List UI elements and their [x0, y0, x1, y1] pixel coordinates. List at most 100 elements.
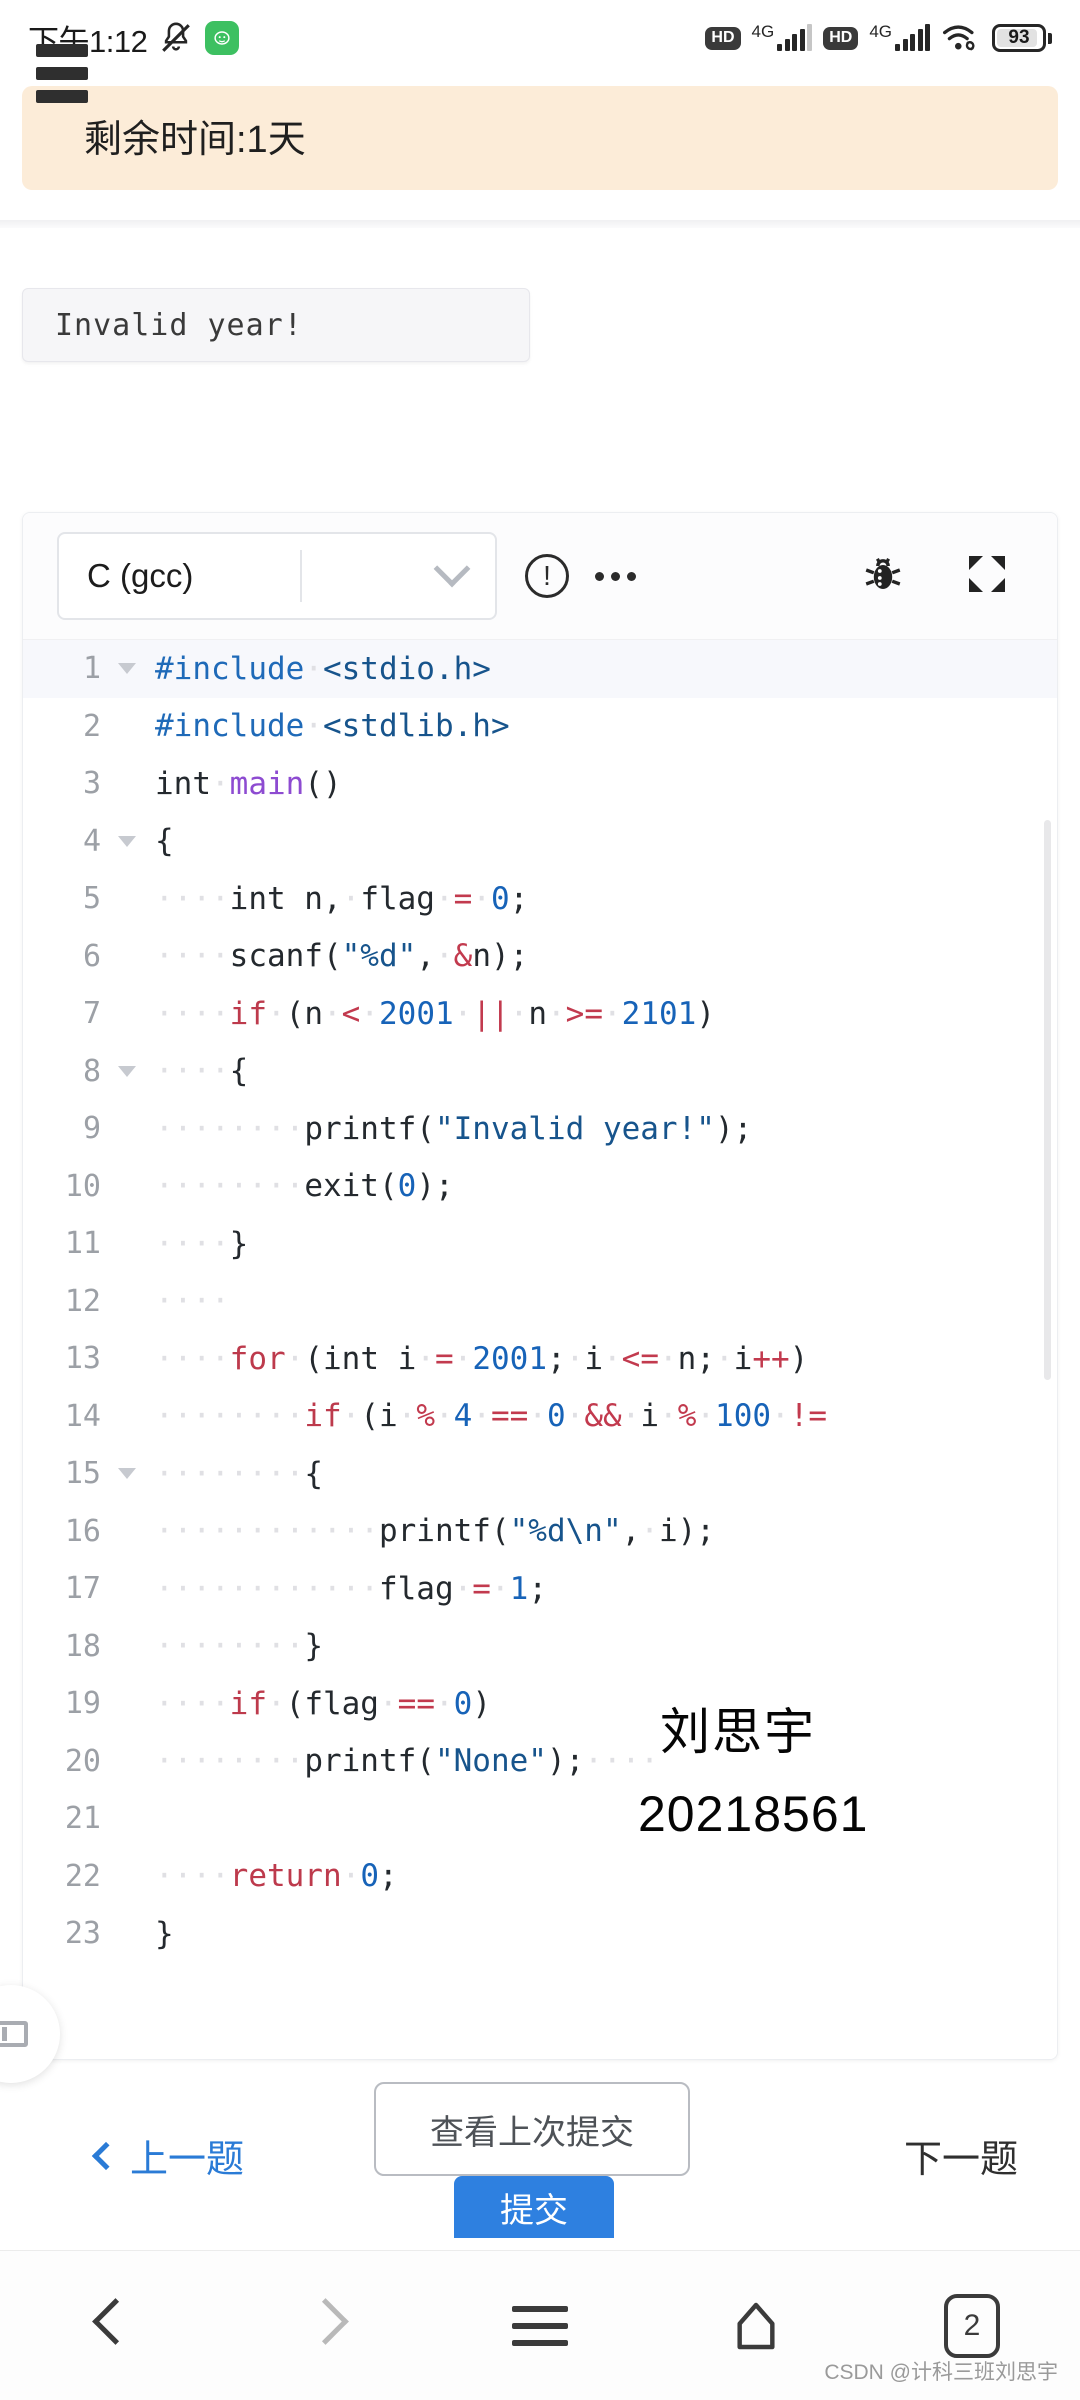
line-number: 23 [64, 1916, 101, 1952]
hd-badge-2: HD [823, 26, 859, 50]
home-icon [728, 2298, 784, 2354]
code-line[interactable]: 17 ············flag·=·1; [23, 1560, 1057, 1618]
code-text: { [155, 823, 174, 860]
code-text: ····{ [155, 1053, 249, 1090]
line-number: 5 [82, 881, 101, 917]
code-text: #include·<stdio.h> [155, 650, 491, 687]
code-line[interactable]: 18 ········} [23, 1618, 1057, 1676]
code-text: ········{ [155, 1455, 323, 1492]
next-question-label: 下一题 [903, 2139, 1018, 2181]
overlay-student-name: 刘思宇 [660, 1704, 816, 1760]
code-line[interactable]: 22 ····return·0; [23, 1848, 1057, 1906]
question-action-bar: 上一题 查看上次提交 提交 下一题 [0, 2078, 1080, 2238]
code-line[interactable]: 7 ····if·(n·<·2001·||·n·>=·2101) [23, 985, 1057, 1043]
line-number: 19 [64, 1686, 101, 1722]
code-line[interactable]: 5 ····int n,·flag·=·0; [23, 870, 1057, 928]
panel-toggle-icon [0, 2021, 28, 2047]
line-number: 10 [64, 1168, 101, 1204]
code-text: ········exit(0); [155, 1168, 454, 1205]
editor-vertical-scrollbar[interactable] [1044, 820, 1051, 1380]
nav-forward-button[interactable] [216, 2299, 432, 2353]
nav-menu-button[interactable] [432, 2295, 648, 2357]
code-text: ········} [155, 1628, 323, 1665]
prev-question-label: 上一题 [130, 2139, 245, 2181]
fold-triangle-icon[interactable] [105, 836, 149, 847]
more-ellipsis-icon[interactable] [595, 571, 636, 581]
battery-level: 93 [1008, 27, 1030, 48]
code-line[interactable]: 9 ········printf("Invalid year!"); [23, 1100, 1057, 1158]
line-number: 2 [82, 708, 101, 744]
exclamation-circle-icon[interactable]: ! [525, 554, 569, 598]
code-line[interactable]: 11 ····} [23, 1215, 1057, 1273]
line-number: 7 [82, 996, 101, 1032]
line-number: 12 [64, 1283, 101, 1319]
header-divider [0, 220, 1080, 228]
code-line[interactable]: 13 ····for·(int i·=·2001;·i·<=·n;·i++) [23, 1330, 1057, 1388]
code-line[interactable]: 8 ····{ [23, 1043, 1057, 1101]
code-lines: 1 #include·<stdio.h> 2 #include·<stdlib.h> 3… [23, 640, 1057, 1963]
hamburger-menu-icon[interactable] [36, 44, 88, 113]
language-select[interactable]: C (gcc) [57, 532, 497, 620]
tabs-count-badge: 2 [944, 2293, 1000, 2358]
code-line[interactable]: 4{ [23, 813, 1057, 871]
fullscreen-expand-icon[interactable] [963, 550, 1011, 603]
line-number: 20 [64, 1743, 101, 1779]
fold-triangle-icon[interactable] [105, 663, 149, 674]
line-number: 8 [82, 1053, 101, 1089]
chevron-down-icon[interactable] [409, 550, 495, 589]
code-line[interactable]: 1 #include·<stdio.h> [23, 640, 1057, 698]
code-line[interactable]: 20 ········printf("None");···· [23, 1733, 1057, 1791]
menu-lines-icon [512, 2295, 568, 2357]
network-type-2: 4G [869, 22, 892, 41]
language-select-value: C (gcc) [87, 557, 194, 594]
code-text: ···· [155, 1283, 230, 1320]
code-line[interactable]: 23} [23, 1905, 1057, 1963]
code-line[interactable]: 21 [23, 1790, 1057, 1848]
submit-label: 提交 [500, 2191, 568, 2230]
green-app-icon [205, 21, 240, 55]
line-number: 9 [82, 1111, 101, 1147]
code-line[interactable]: 15 ········{ [23, 1445, 1057, 1503]
code-line[interactable]: 19 ····if·(flag·==·0) [23, 1675, 1057, 1733]
code-text: ····int n,·flag·=·0; [155, 880, 529, 917]
fold-triangle-icon[interactable] [105, 1468, 149, 1479]
line-number: 14 [64, 1398, 101, 1434]
code-area[interactable]: 1 #include·<stdio.h> 2 #include·<stdlib.h> 3… [23, 639, 1057, 2059]
submit-button[interactable]: 提交 [454, 2176, 614, 2238]
line-number: 22 [64, 1858, 101, 1894]
prev-question-button[interactable]: 上一题 [91, 2128, 245, 2183]
battery-indicator: 93 [992, 24, 1052, 52]
line-number: 21 [64, 1801, 101, 1837]
language-select-divider [300, 550, 303, 602]
code-text: ············flag·=·1; [155, 1570, 547, 1607]
view-last-submission-label: 查看上次提交 [430, 2113, 634, 2152]
code-text: ············printf("%d\n",·i); [155, 1513, 715, 1550]
signal-group-2: 4G [869, 22, 930, 51]
code-line[interactable]: 16 ············printf("%d\n",·i); [23, 1503, 1057, 1561]
code-text: ········printf("None");···· [155, 1743, 659, 1780]
code-line[interactable]: 2 #include·<stdlib.h> [23, 698, 1057, 756]
bug-icon[interactable] [859, 550, 907, 603]
next-question-button[interactable]: 下一题 [904, 2128, 1018, 2183]
code-line[interactable]: 10 ········exit(0); [23, 1158, 1057, 1216]
code-text: #include·<stdlib.h> [155, 708, 510, 745]
code-line[interactable]: 12 ···· [23, 1273, 1057, 1331]
code-text: ····scanf("%d",·&n); [155, 938, 529, 975]
nav-tabs-button[interactable]: 2 [864, 2293, 1080, 2358]
hd-badge-1: HD [705, 26, 741, 50]
code-line[interactable]: 14 ········if·(i·%·4·==·0·&&·i·%·100·!= [23, 1388, 1057, 1446]
remaining-time-banner: 剩余时间:1天 [22, 86, 1058, 190]
nav-back-button[interactable] [0, 2299, 216, 2353]
code-line[interactable]: 3 int·main() [23, 755, 1057, 813]
nav-home-button[interactable] [648, 2298, 864, 2354]
signal-bars-2 [895, 24, 930, 51]
code-editor-card: C (gcc) ! 1 #include·<stdio.h> 2 #includ… [22, 512, 1058, 2060]
code-text: ····return·0; [155, 1858, 398, 1895]
code-line[interactable]: 6 ····scanf("%d",·&n); [23, 928, 1057, 986]
fold-triangle-icon[interactable] [105, 1066, 149, 1077]
line-number: 3 [82, 766, 101, 802]
view-last-submission-button[interactable]: 查看上次提交 [374, 2082, 690, 2176]
program-output-text: Invalid year! [55, 307, 303, 343]
code-text: ········printf("Invalid year!"); [155, 1110, 753, 1147]
chevron-left-icon [93, 2299, 123, 2353]
